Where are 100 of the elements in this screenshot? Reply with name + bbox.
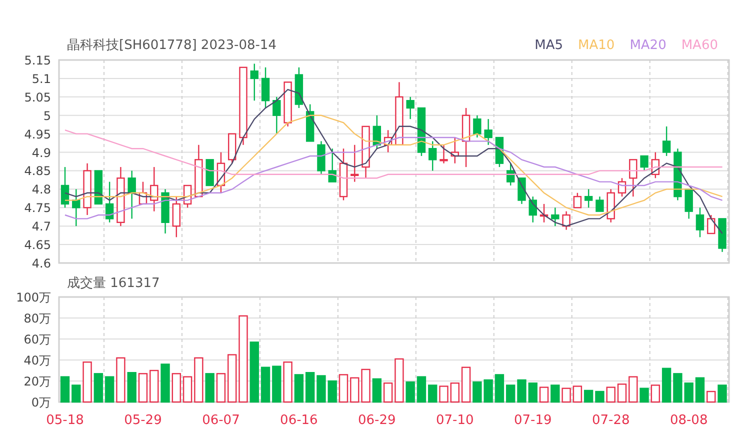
chart-title: 晶科科技[SH601778] 2023-08-14 [67,37,276,54]
candlestick [651,152,660,178]
candlestick [674,148,682,200]
candlestick [462,108,470,168]
volume-bar [450,382,460,403]
volume-bar [584,390,594,403]
volume-bar [706,390,716,403]
date-label: 05-29 [124,413,162,428]
volume-bar [428,384,438,403]
candlestick [72,189,80,226]
candlestick [440,144,448,164]
candlestick [696,208,704,238]
candlestick [261,67,270,108]
volume-bar [272,366,282,403]
candlestick [506,163,515,186]
volume-bar [350,377,360,403]
candlestick [339,148,348,200]
candlestick [629,159,638,197]
volume-bar [517,379,526,403]
volume-bar [484,379,493,403]
volume-bar [138,373,148,403]
candlestick [707,215,716,234]
volume-bar [194,357,204,403]
candlestick [172,196,180,238]
candlestick [194,144,203,198]
axis-label: 4.85 [24,164,51,178]
volume-bar [228,354,237,403]
volume-bar [383,382,393,403]
axis-label: 60万 [24,332,51,346]
axis-label: 0万 [31,396,51,410]
date-label: 05-18 [46,413,84,428]
axis-label: 4.75 [24,201,51,216]
volume-bar [104,376,114,403]
date-label: 06-29 [358,413,396,428]
volume-bar [216,373,226,403]
axis-label: 5 [43,108,51,123]
candlestick [116,167,125,226]
axis-label: 20万 [24,374,51,388]
volume-bar [472,381,482,403]
candlestick [662,126,671,156]
candlestick [395,82,404,146]
volume-bar [572,386,582,403]
candlestick [584,189,593,208]
candlestick [83,163,92,216]
axis-label: 4.6 [32,256,51,270]
candlestick [428,141,437,171]
candlestick [294,67,304,108]
legend-label: MA10 [578,38,615,52]
candlestick [350,144,359,182]
volume-bar [640,388,649,403]
date-label: 06-16 [280,413,318,428]
volume-bar [316,375,326,403]
candlestick [684,188,693,219]
volume-bar [328,380,337,403]
legend-label: MA5 [534,38,564,52]
axis-label: 5.05 [24,90,51,104]
date-label: 08-08 [670,413,708,428]
volume-bar [250,342,259,403]
candlestick [528,196,537,222]
candlestick [384,130,392,152]
candlestick [372,115,382,149]
date-label: 06-07 [202,413,240,428]
axis-label: 4.9 [32,146,51,160]
candlestick [150,167,158,212]
candlestick [596,196,604,212]
volume-bar [205,373,214,403]
volume-bar [116,357,126,403]
volume-bar [338,374,348,403]
candlestick [228,133,236,164]
volume-bar [305,372,315,403]
date-label: 07-19 [514,413,552,428]
volume-bar [494,374,504,403]
candlestick [250,64,258,101]
candlestick [495,136,504,168]
volume-bar [182,376,192,403]
axis-label: 5.1 [32,72,51,86]
candlestick [272,96,281,134]
candlestick [161,189,170,234]
volume-bar [539,386,549,403]
candlestick [328,148,336,182]
legend-label: MA60 [681,38,718,52]
volume-bar [550,384,560,403]
date-label: 07-28 [592,413,630,428]
candlestick [317,141,326,174]
volume-bar [628,376,638,403]
volume-bar [150,370,159,403]
volume-bar [695,377,705,403]
axis-label: 4.95 [24,127,51,142]
candlestick [138,182,148,205]
candlestick [618,178,626,197]
volume-bar [406,381,415,403]
volume-bar [606,386,616,403]
axis-label: 80万 [24,312,51,326]
volume-bar [127,372,136,403]
candlestick [406,96,414,120]
candlestick [473,115,482,138]
volume-bar [562,388,571,403]
axis-label: 4.8 [32,182,51,197]
chart-title: 成交量 161317 [67,275,160,292]
axis-label: 5.15 [24,54,51,68]
